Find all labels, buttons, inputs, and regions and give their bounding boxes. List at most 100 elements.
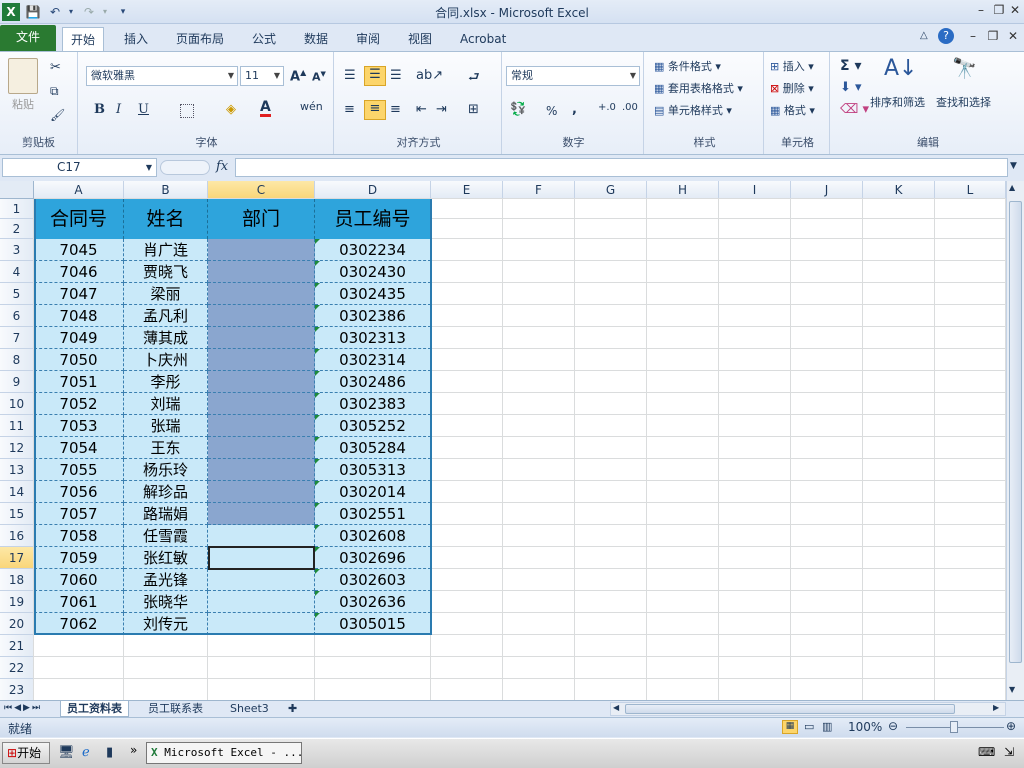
table-header-cell[interactable]: 姓名 (124, 199, 208, 239)
row-header[interactable]: 20 (0, 613, 34, 635)
align-left-icon[interactable]: ≡ (344, 102, 355, 117)
ribbon-collapse-icon[interactable]: △ (920, 30, 928, 41)
binoculars-icon[interactable]: 🔭 (952, 56, 977, 80)
table-cell[interactable]: 7048 (34, 305, 124, 327)
table-cell[interactable]: 0302696 (315, 547, 431, 569)
workbook-minimize-button[interactable]: – (962, 28, 984, 46)
grow-font-icon[interactable]: A▲ (290, 68, 306, 84)
desktop-icon[interactable]: 🖥 (58, 745, 75, 760)
row-header[interactable]: 6 (0, 305, 34, 327)
row-header[interactable]: 7 (0, 327, 34, 349)
table-cell[interactable] (208, 261, 315, 283)
tray-icon[interactable]: ⇲ (1004, 745, 1014, 759)
find-select-button[interactable]: 查找和选择 (936, 94, 991, 110)
align-center-icon[interactable]: ≡ (364, 100, 386, 120)
autosum-icon[interactable]: Σ ▾ (840, 58, 861, 74)
table-cell[interactable] (208, 305, 315, 327)
table-cell[interactable]: 孟凡利 (124, 305, 208, 327)
table-cell[interactable]: 张瑞 (124, 415, 208, 437)
sort-filter-button[interactable]: 排序和筛选 (870, 94, 925, 110)
number-format-combo[interactable]: 常规 ▼ (506, 66, 640, 86)
table-cell[interactable]: 7054 (34, 437, 124, 459)
align-top-icon[interactable]: ☰ (344, 68, 356, 83)
column-header[interactable]: E (431, 181, 503, 199)
row-header[interactable]: 18 (0, 569, 34, 591)
table-cell[interactable]: 刘瑞 (124, 393, 208, 415)
row-header[interactable]: 19 (0, 591, 34, 613)
tab-home[interactable]: 开始 (62, 27, 105, 51)
phonetic-icon[interactable]: wén (300, 100, 323, 113)
cell-styles-button[interactable]: ▤ 单元格样式 ▾ (654, 102, 732, 118)
table-cell[interactable]: 7051 (34, 371, 124, 393)
table-header-cell[interactable]: 合同号 (34, 199, 124, 239)
table-cell[interactable]: 7047 (34, 283, 124, 305)
row-header[interactable]: 9 (0, 371, 34, 393)
format-as-table-button[interactable]: ▦ 套用表格格式 ▾ (654, 80, 743, 96)
row-header[interactable]: 1 (0, 199, 34, 219)
row-header[interactable]: 14 (0, 481, 34, 503)
row-header[interactable]: 8 (0, 349, 34, 371)
table-cell[interactable]: 7057 (34, 503, 124, 525)
table-cell[interactable]: 0302603 (315, 569, 431, 591)
table-cell[interactable]: 薄其成 (124, 327, 208, 349)
table-cell[interactable] (208, 503, 315, 525)
delete-cells-button[interactable]: ⊠ 删除 ▾ (770, 80, 814, 96)
insert-cells-button[interactable]: ⊞ 插入 ▾ (770, 58, 814, 74)
table-cell[interactable]: 0302386 (315, 305, 431, 327)
wrap-text-icon[interactable]: ⮐ (468, 68, 480, 90)
row-header[interactable]: 12 (0, 437, 34, 459)
table-cell[interactable]: 0305313 (315, 459, 431, 481)
column-header[interactable]: C (208, 181, 315, 199)
table-cell[interactable]: 7061 (34, 591, 124, 613)
merge-center-icon[interactable]: ⊞ (468, 102, 479, 117)
table-cell[interactable]: 7053 (34, 415, 124, 437)
scroll-down-icon[interactable]: ▼ (1009, 685, 1015, 694)
table-cell[interactable]: 杨乐玲 (124, 459, 208, 481)
row-header[interactable]: 11 (0, 415, 34, 437)
table-cell[interactable] (208, 591, 315, 613)
table-cell[interactable]: 0302636 (315, 591, 431, 613)
column-header[interactable]: B (124, 181, 208, 199)
align-right-icon[interactable]: ≡ (390, 102, 401, 117)
table-header-cell[interactable]: 员工编号 (315, 199, 431, 239)
fill-color-icon[interactable]: ◈ (226, 102, 236, 117)
formula-bar-splitter[interactable] (160, 160, 210, 175)
currency-icon[interactable]: 💱 (510, 102, 526, 117)
row-header[interactable]: 21 (0, 635, 34, 657)
table-cell[interactable]: 0302435 (315, 283, 431, 305)
worksheet-grid[interactable]: ABCDEFGHIJKL 1 2 3 4 5 6 7 8 9 10 11 12 13 14 15 16 17 18… (0, 181, 1006, 701)
taskbar-overflow-icon[interactable]: » (130, 743, 137, 757)
column-header[interactable]: K (863, 181, 935, 199)
scroll-up-icon[interactable]: ▲ (1009, 183, 1015, 192)
table-cell[interactable]: 任雪霞 (124, 525, 208, 547)
table-cell[interactable]: 7056 (34, 481, 124, 503)
table-cell[interactable]: 李彤 (124, 371, 208, 393)
table-cell[interactable]: 0302383 (315, 393, 431, 415)
sort-filter-icon[interactable]: A↓ (884, 56, 917, 81)
paste-button[interactable]: 粘贴 (12, 96, 34, 112)
column-header[interactable]: D (315, 181, 431, 199)
italic-button[interactable]: I (116, 102, 121, 117)
table-cell[interactable]: 0302486 (315, 371, 431, 393)
formula-input[interactable] (235, 158, 1008, 177)
bold-button[interactable]: B (94, 102, 105, 117)
tab-insert[interactable]: 插入 (116, 27, 156, 51)
increase-indent-icon[interactable]: ⇥ (436, 102, 447, 117)
table-cell[interactable] (208, 569, 315, 591)
underline-button[interactable]: U (138, 102, 149, 117)
table-cell[interactable] (208, 415, 315, 437)
table-cell[interactable] (208, 349, 315, 371)
row-header[interactable]: 22 (0, 657, 34, 679)
copy-icon[interactable]: ⧉ (50, 84, 59, 99)
column-header[interactable]: F (503, 181, 575, 199)
help-icon[interactable]: ? (938, 28, 954, 44)
align-bottom-icon[interactable]: ☰ (390, 68, 402, 83)
format-painter-icon[interactable]: 🖌 (50, 108, 65, 122)
keyboard-icon[interactable]: ⌨ (978, 745, 995, 759)
tab-acrobat[interactable]: Acrobat (452, 27, 514, 51)
table-cell[interactable] (208, 459, 315, 481)
tab-formulas[interactable]: 公式 (244, 27, 284, 51)
font-size-combo[interactable]: 11 ▼ (240, 66, 284, 86)
insert-function-icon[interactable]: fx (216, 159, 228, 174)
table-cell[interactable] (208, 481, 315, 503)
